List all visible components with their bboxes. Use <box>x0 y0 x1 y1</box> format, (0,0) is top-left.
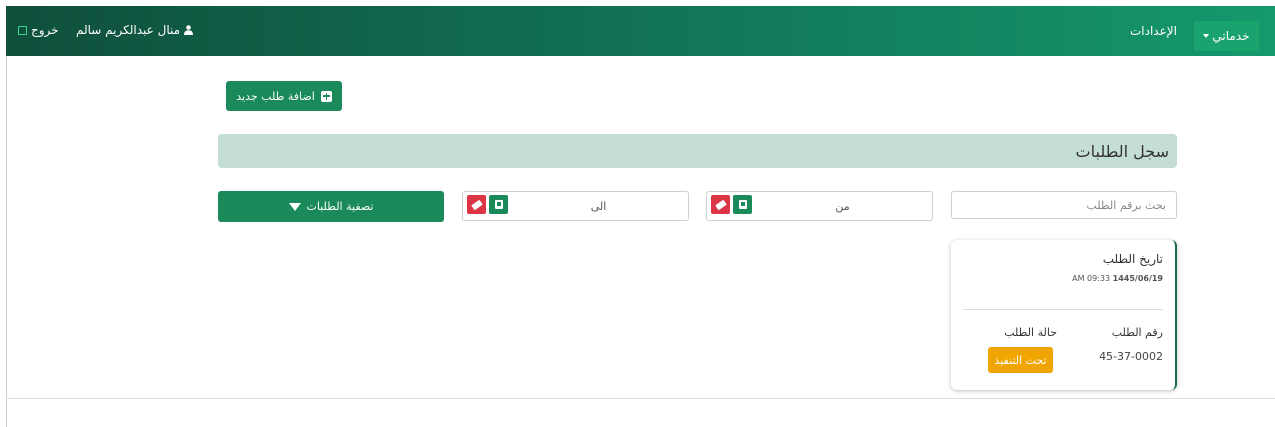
request-date-value: AM 09:33 1445/06/19 <box>1072 274 1163 283</box>
add-request-button[interactable]: اضافة طلب جديد <box>226 81 342 111</box>
request-number-label: رقم الطلب <box>1111 326 1163 339</box>
footer-divider <box>6 398 1275 399</box>
date-from-field[interactable]: من <box>706 191 933 221</box>
date-from-label: من <box>835 200 850 213</box>
services-label: خدماتي <box>1212 29 1250 43</box>
user-menu[interactable]: منال عبدالكريم سالم <box>76 23 194 37</box>
settings-link[interactable]: الإعدادات <box>1130 24 1177 38</box>
card-divider <box>963 309 1163 310</box>
status-badge: تحت التنفيذ <box>988 347 1053 373</box>
eraser-icon <box>714 199 727 210</box>
search-input[interactable] <box>951 191 1177 219</box>
chevron-down-icon <box>1203 34 1210 38</box>
request-date: 1445/06/19 <box>1112 274 1163 283</box>
clear-to-button[interactable] <box>467 195 486 214</box>
filter-icon <box>288 202 301 211</box>
request-number: 45-37-0002 <box>1099 350 1163 363</box>
logout-icon <box>18 25 27 35</box>
user-name: منال عبدالكريم سالم <box>76 23 181 37</box>
date-to-field[interactable]: الى <box>462 191 689 221</box>
plus-square-icon <box>320 90 332 102</box>
request-status-label: حالة الطلب <box>1004 326 1057 339</box>
calendar-icon <box>494 200 503 209</box>
request-card[interactable]: تاريخ الطلب AM 09:33 1445/06/19 رقم الطل… <box>951 240 1177 390</box>
request-date-label: تاريخ الطلب <box>1102 252 1163 266</box>
filter-requests-label: تصفية الطلبات <box>306 200 374 213</box>
calendar-from-button[interactable] <box>733 195 752 214</box>
page-title: سجل الطلبات <box>218 134 1177 168</box>
services-dropdown[interactable]: خدماتي <box>1194 21 1259 51</box>
calendar-icon <box>738 200 747 209</box>
add-request-label: اضافة طلب جديد <box>236 89 315 103</box>
top-navbar: خروج منال عبدالكريم سالم الإعدادات خدمات… <box>6 6 1275 56</box>
date-to-label: الى <box>590 200 607 213</box>
eraser-icon <box>470 199 483 210</box>
logout-label: خروج <box>31 23 59 37</box>
filter-requests-button[interactable]: تصفية الطلبات <box>218 191 444 222</box>
logout-link[interactable]: خروج <box>18 23 59 37</box>
request-time: AM 09:33 <box>1072 274 1111 283</box>
clear-from-button[interactable] <box>711 195 730 214</box>
user-icon <box>184 25 194 35</box>
calendar-to-button[interactable] <box>489 195 508 214</box>
